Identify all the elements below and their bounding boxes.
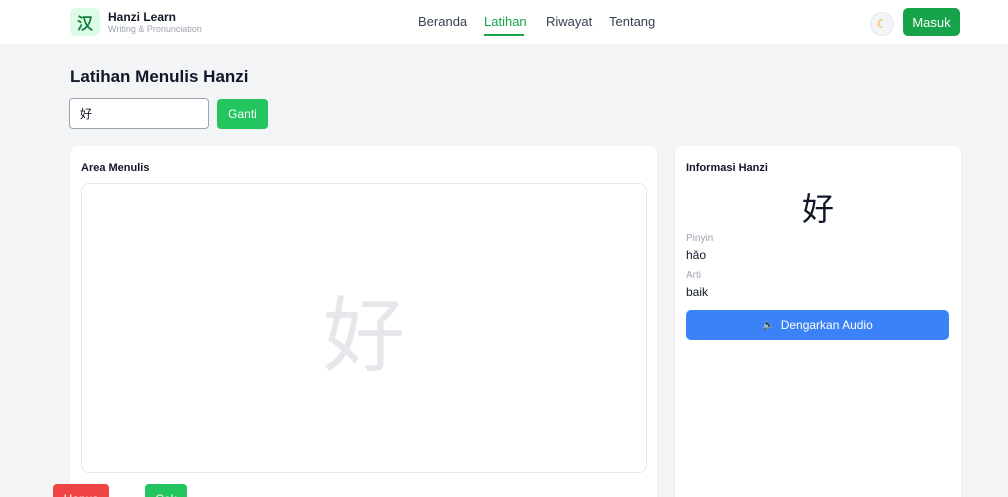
nav-tentang[interactable]: Tentang <box>609 14 655 29</box>
info-character: 好 <box>801 190 834 228</box>
hanzi-info-card: Informasi Hanzi 好 Pinyin hǎo Arti baik 🔈… <box>675 146 961 497</box>
listen-audio-button[interactable]: 🔈 Dengarkan Audio <box>686 310 949 340</box>
hanzi-input[interactable]: 好 <box>69 98 209 129</box>
page-title: Latihan Menulis Hanzi <box>70 67 249 86</box>
writing-card-title: Area Menulis <box>81 162 150 174</box>
change-button[interactable]: Ganti <box>217 99 268 129</box>
nav-latihan[interactable]: Latihan <box>484 14 527 29</box>
info-card-title: Informasi Hanzi <box>686 162 768 174</box>
speaker-icon: 🔈 <box>762 319 775 331</box>
brand-name[interactable]: Hanzi Learn <box>108 10 176 24</box>
logo-icon[interactable]: 汉 <box>70 8 100 36</box>
pinyin-label: Pinyin <box>686 233 714 244</box>
top-navbar: 汉 Hanzi Learn Writing & Pronunciation Be… <box>0 0 1008 44</box>
nav-beranda[interactable]: Beranda <box>418 14 467 29</box>
meaning-label: Arti <box>686 270 701 281</box>
guide-character: 好 <box>322 288 405 384</box>
listen-audio-label: Dengarkan Audio <box>780 318 873 332</box>
check-button[interactable]: Cek <box>145 484 187 497</box>
moon-icon: ☾ <box>876 17 888 31</box>
writing-card: Area Menulis 好 Hapus Cek <box>53 146 657 497</box>
writing-canvas[interactable]: 好 <box>81 183 647 473</box>
login-button[interactable]: Masuk <box>903 8 960 36</box>
active-nav-indicator <box>484 34 524 36</box>
theme-toggle-button[interactable]: ☾ <box>870 12 894 36</box>
brand-tagline: Writing & Pronunciation <box>108 24 202 34</box>
nav-riwayat[interactable]: Riwayat <box>546 14 592 29</box>
clear-button[interactable]: Hapus <box>53 484 109 497</box>
pinyin-value: hǎo <box>686 248 707 262</box>
meaning-value: baik <box>686 285 709 299</box>
